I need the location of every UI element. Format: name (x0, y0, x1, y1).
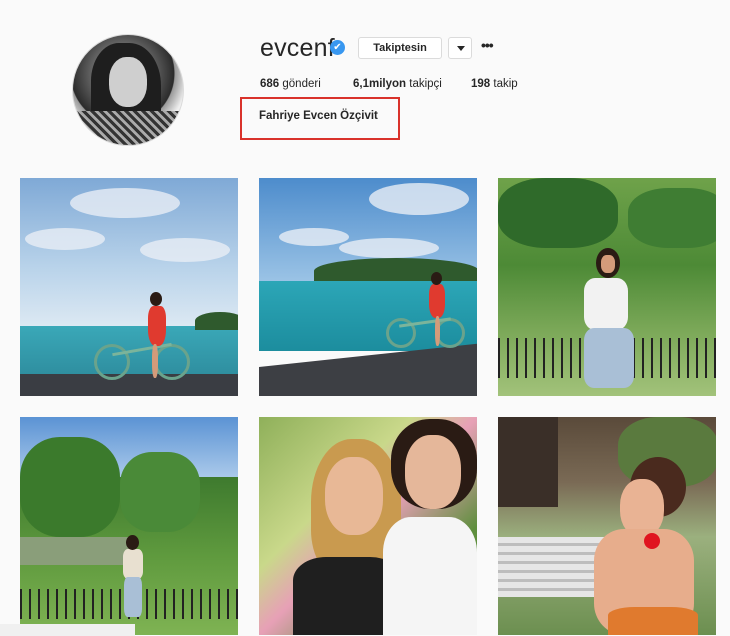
person-dress (429, 284, 445, 318)
photo-trees (120, 452, 200, 532)
profile-header: evcenf ✔ Takiptesin ••• 686 gönderi 6,1m… (0, 0, 730, 160)
photo-deck (20, 374, 238, 396)
post-thumbnail-4[interactable] (20, 417, 238, 635)
posts-label: gönderi (282, 78, 321, 90)
photo-cloud (70, 188, 180, 218)
avatar-lace (73, 111, 183, 145)
photo-cloud (140, 238, 230, 262)
bottom-bar (0, 624, 135, 636)
post-thumbnail-3[interactable] (498, 178, 716, 396)
photo-cloud (279, 228, 349, 246)
bike-wheel (154, 344, 190, 380)
photo-trees (628, 188, 716, 248)
following-button[interactable]: Takiptesin (358, 37, 442, 59)
followers-count: 6,1milyon (353, 78, 407, 90)
person-top (383, 517, 477, 635)
post-thumbnail-2[interactable] (259, 178, 477, 396)
photo-island (195, 312, 238, 330)
bike-wheel (94, 344, 130, 380)
post-thumbnail-1[interactable] (20, 178, 238, 396)
photo-cloud (339, 238, 439, 258)
followers-label: takipçi (409, 78, 442, 90)
profile-full-name: Fahriye Evcen Özçivit (259, 110, 378, 122)
person-dress (148, 306, 166, 346)
profile-avatar[interactable] (72, 34, 184, 146)
person-leg (435, 316, 440, 346)
verified-badge-icon: ✔ (330, 40, 345, 55)
posts-count: 686 (260, 78, 280, 90)
photo-trees (20, 437, 120, 537)
stat-following[interactable]: 198 takip (471, 78, 518, 90)
stat-followers[interactable]: 6,1milyon takipçi (353, 78, 442, 90)
avatar-face (109, 57, 147, 107)
profile-username: evcenf (260, 34, 335, 62)
person-head (431, 272, 442, 285)
person-leg (152, 344, 158, 378)
photo-cloud (25, 228, 105, 250)
photo-cloud (369, 183, 469, 215)
person-shirt (584, 278, 628, 330)
person-face (601, 255, 615, 273)
person-face (325, 457, 383, 535)
person-jeans (124, 577, 142, 617)
person-face (405, 435, 461, 509)
red-flower (644, 533, 660, 549)
more-options-icon[interactable]: ••• (481, 38, 495, 56)
following-label: takip (493, 78, 518, 90)
photo-trees (498, 178, 618, 248)
photo-building (498, 417, 558, 507)
stat-posts[interactable]: 686 gönderi (260, 78, 321, 90)
person-top (608, 607, 698, 635)
person-head (150, 292, 162, 306)
post-thumbnail-5[interactable] (259, 417, 477, 635)
person-head (126, 535, 139, 550)
chevron-down-icon[interactable] (448, 37, 472, 59)
person-shirt (123, 549, 143, 579)
photo-pond (20, 537, 130, 565)
following-count: 198 (471, 78, 491, 90)
post-thumbnail-6[interactable] (498, 417, 716, 635)
person-jeans (584, 328, 634, 388)
